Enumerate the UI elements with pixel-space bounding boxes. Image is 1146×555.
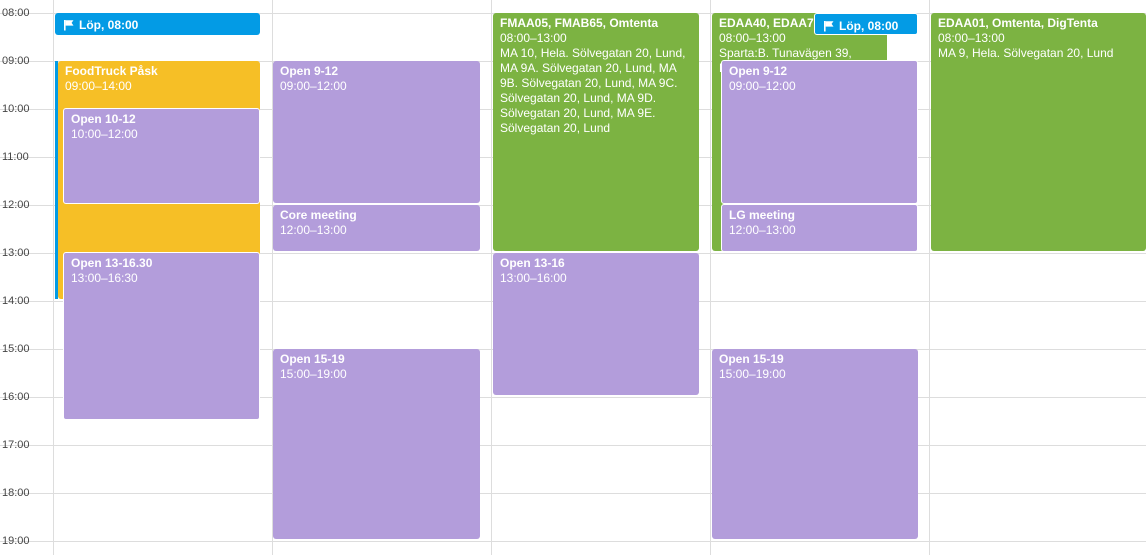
- event-title: EDAA01, Omtenta, DigTenta: [938, 16, 1098, 30]
- hour-line: [0, 541, 1146, 542]
- event-edaa01-omtenta[interactable]: EDAA01, Omtenta, DigTenta 08:00–13:00 MA…: [931, 13, 1146, 251]
- event-open-13-16-30[interactable]: Open 13-16.30 13:00–16:30: [63, 252, 260, 420]
- event-time: 08:00–13:00: [938, 31, 1005, 45]
- event-time: 09:00–12:00: [280, 79, 347, 93]
- event-lg-meeting[interactable]: LG meeting 12:00–13:00: [721, 204, 918, 252]
- time-label: 14:00: [2, 295, 30, 307]
- event-title: Open 13-16.30: [71, 256, 153, 270]
- chip-label: Löp, 08:00: [839, 18, 899, 33]
- event-location: MA 10, Hela. Sölvegatan 20, Lund, MA 9A.…: [500, 46, 686, 135]
- time-label: 13:00: [2, 247, 30, 259]
- event-open-13-16[interactable]: Open 13-16 13:00–16:00: [493, 253, 699, 395]
- event-open-9-12[interactable]: Open 9-12 09:00–12:00: [273, 61, 480, 203]
- event-title: Open 9-12: [280, 64, 339, 78]
- event-core-meeting[interactable]: Core meeting 12:00–13:00: [273, 205, 480, 251]
- time-label: 10:00: [2, 103, 30, 115]
- event-title: Core meeting: [280, 208, 357, 222]
- time-label: 18:00: [2, 487, 30, 499]
- time-label: 15:00: [2, 343, 30, 355]
- event-title: Open 9-12: [729, 64, 788, 78]
- hour-line: [0, 493, 1146, 494]
- flag-icon: [823, 20, 835, 32]
- event-time: 09:00–12:00: [729, 79, 796, 93]
- event-fmaa05-omtenta[interactable]: FMAA05, FMAB65, Omtenta 08:00–13:00 MA 1…: [493, 13, 699, 251]
- event-time: 09:00–14:00: [65, 79, 132, 93]
- event-title: FoodTruck Påsk: [65, 64, 158, 78]
- event-time: 13:00–16:00: [500, 271, 567, 285]
- event-time: 15:00–19:00: [280, 367, 347, 381]
- event-title: Open 13-16: [500, 256, 565, 270]
- time-label: 11:00: [2, 151, 29, 163]
- event-chip-lop[interactable]: Löp, 08:00: [814, 13, 918, 35]
- event-open-9-12[interactable]: Open 9-12 09:00–12:00: [721, 60, 918, 204]
- event-open-15-19[interactable]: Open 15-19 15:00–19:00: [712, 349, 918, 539]
- calendar-grid: 08:00 09:00 10:00 11:00 12:00 13:00 14:0…: [0, 0, 1146, 555]
- event-title: FMAA05, FMAB65, Omtenta: [500, 16, 659, 30]
- event-time: 10:00–12:00: [71, 127, 138, 141]
- day-column-divider: [710, 0, 711, 555]
- day-column-divider: [53, 0, 54, 555]
- event-time: 13:00–16:30: [71, 271, 138, 285]
- event-chip-lop[interactable]: Löp, 08:00: [55, 13, 260, 35]
- time-label: 17:00: [2, 439, 30, 451]
- event-title: Open 15-19: [280, 352, 345, 366]
- time-label: 16:00: [2, 391, 30, 403]
- event-time: 08:00–13:00: [500, 31, 567, 45]
- time-label: 09:00: [2, 55, 30, 67]
- flag-icon: [63, 19, 75, 31]
- event-location: MA 9, Hela. Sölvegatan 20, Lund: [938, 46, 1114, 60]
- time-label: 12:00: [2, 199, 30, 211]
- hour-line: [0, 445, 1146, 446]
- time-label: 08:00: [2, 7, 30, 19]
- event-time: 12:00–13:00: [280, 223, 347, 237]
- chip-label: Löp, 08:00: [79, 17, 139, 32]
- event-title: Open 10-12: [71, 112, 136, 126]
- event-open-15-19[interactable]: Open 15-19 15:00–19:00: [273, 349, 480, 539]
- event-open-10-12[interactable]: Open 10-12 10:00–12:00: [63, 108, 260, 204]
- day-column-divider: [491, 0, 492, 555]
- event-title: Open 15-19: [719, 352, 784, 366]
- event-time: 15:00–19:00: [719, 367, 786, 381]
- day-column-divider: [929, 0, 930, 555]
- event-title: LG meeting: [729, 208, 796, 222]
- event-time: 12:00–13:00: [729, 223, 796, 237]
- time-label: 19:00: [2, 535, 30, 547]
